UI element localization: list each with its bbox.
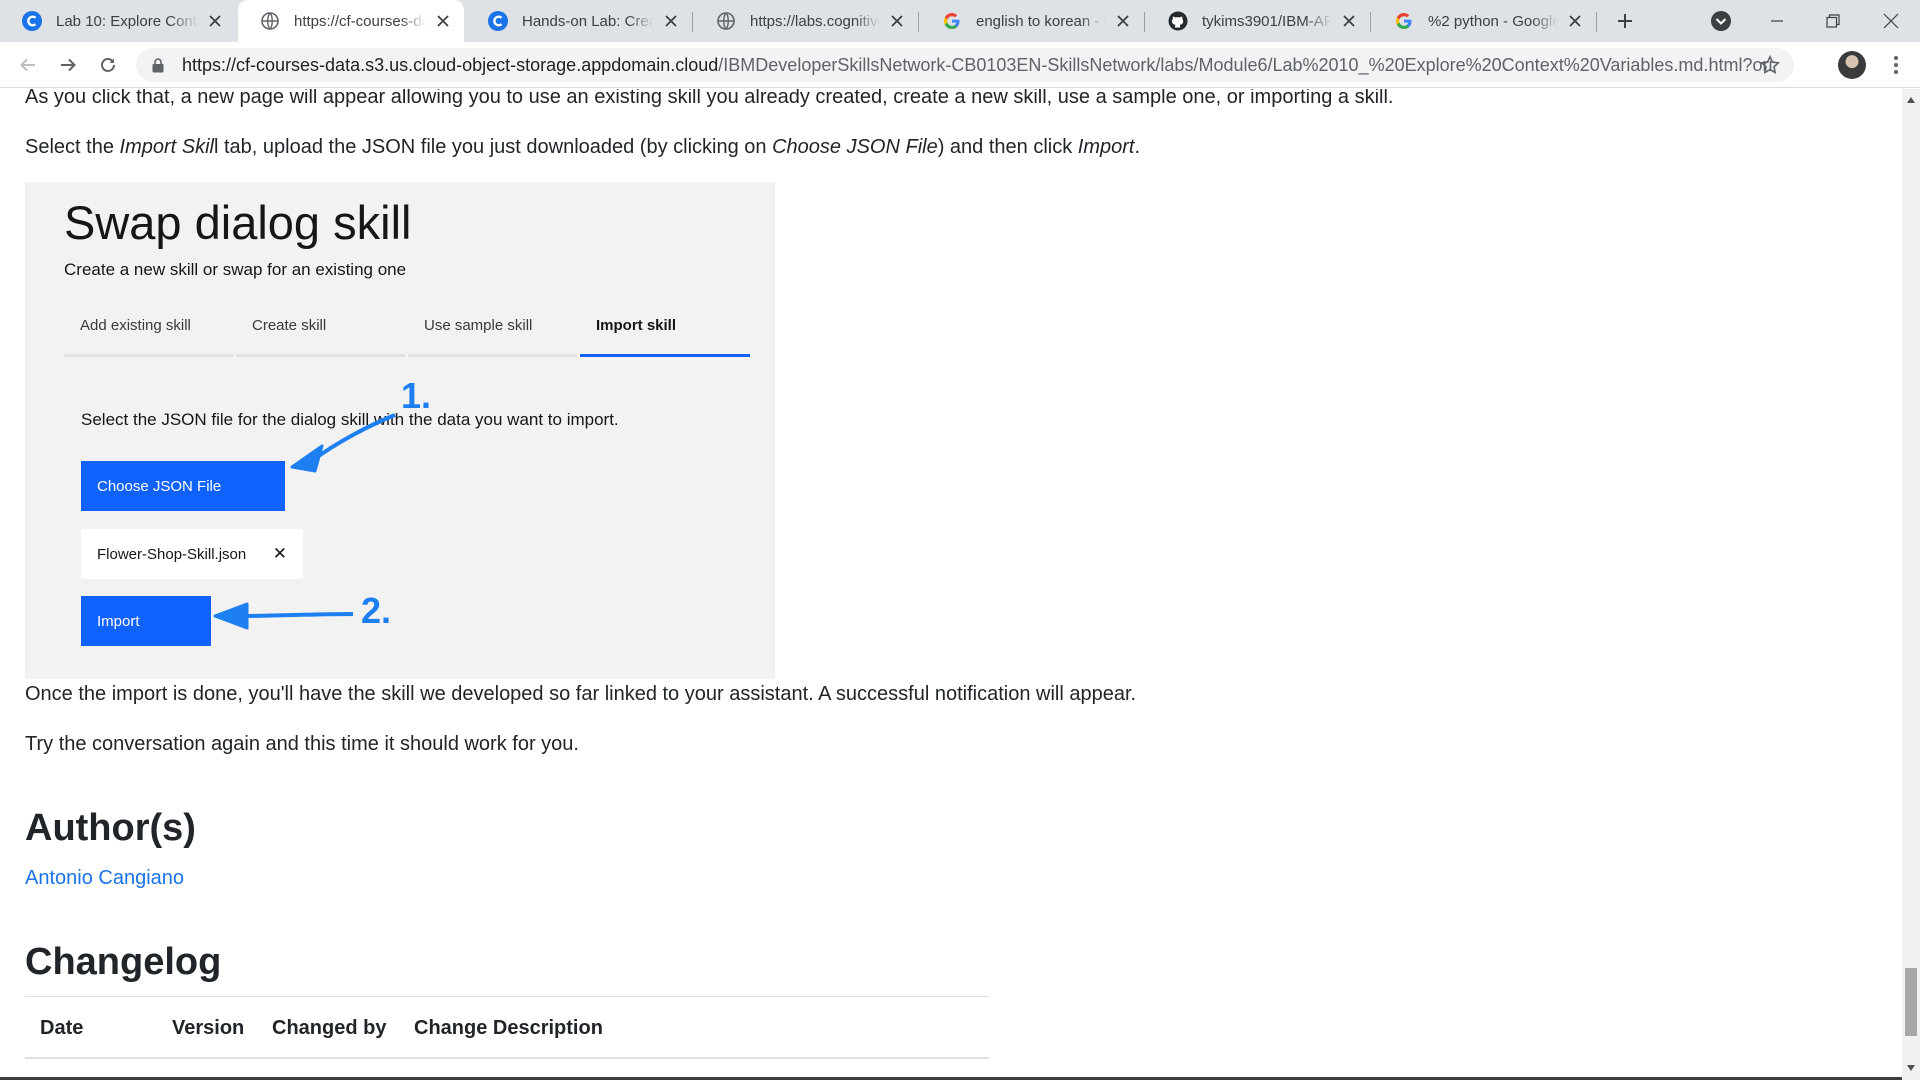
arrow-1-head [290,444,324,473]
table-header-description: Change Description [414,1017,603,1039]
arrow-right-icon [61,58,76,72]
text-segment: l tab, upload the JSON file you just dow… [213,136,773,158]
tab-separator [692,12,693,32]
star-icon[interactable] [1759,54,1781,80]
google-icon [942,11,962,31]
tab-separator [1144,12,1145,32]
text-emphasis: Import [1077,136,1135,158]
tab-separator [918,12,919,32]
minimize-button[interactable] [1750,0,1804,42]
close-icon[interactable] [888,12,906,30]
text-segment: Select the [25,136,120,158]
reload-icon [101,58,115,72]
tab-search-button[interactable] [1694,0,1748,42]
author-link[interactable]: Antonio Cangiano [25,867,184,890]
browser-toolbar: https://cf-courses-data.s3.us.cloud-obje… [0,42,1920,88]
tab-english-korean[interactable]: english to korean - G [920,0,1144,42]
tab-title: https://labs.cognitive [750,12,880,30]
arrow-2-head [213,602,249,630]
close-icon[interactable] [662,12,680,30]
tab-separator [1370,12,1371,32]
paragraph-skill-options: As you click that, a new page will appea… [25,89,1394,108]
tab-title: %2 python - Google [1428,12,1558,30]
tab-strip: Lab 10: Explore Conte https://cf-courses… [0,0,1920,42]
table-header-rule [25,1057,989,1059]
address-path: /IBMDeveloperSkillsNetwork-CB0103EN-Skil… [718,54,1772,75]
tab-cf-courses[interactable]: https://cf-courses-dat [238,0,464,42]
close-icon[interactable] [206,12,224,30]
tab-title: Hands-on Lab: Creati [522,12,654,30]
back-button[interactable] [12,49,44,81]
authors-heading: Author(s) [25,807,196,849]
scroll-up-icon[interactable] [1905,94,1917,106]
tab-title: tykims3901/IBM-APPl [1202,12,1332,30]
reload-button[interactable] [92,49,124,81]
annotation-arrows [213,413,396,630]
tab-title: https://cf-courses-dat [294,12,426,30]
minimize-icon [1771,20,1783,22]
text-segment: . [1134,136,1141,158]
address-host: https://cf-courses-data.s3.us.cloud-obje… [182,54,719,75]
paragraph-import-instructions: Select the Import Skill tab, upload the … [25,136,1140,159]
tab-github[interactable]: tykims3901/IBM-APPl [1146,0,1370,42]
text-emphasis: Choose JSON File [772,136,938,158]
table-header-date: Date [40,1017,84,1039]
table-header-changed-by: Changed by [272,1017,387,1039]
tab-labs-cognitive[interactable]: https://labs.cognitive [694,0,918,42]
new-tab-button[interactable] [1598,0,1652,42]
annotation-step-2: 2. [361,590,392,631]
github-icon [1168,11,1188,31]
close-icon [1883,13,1899,29]
swap-dialog-screenshot: Swap dialog skill Create a new skill or … [25,182,775,679]
text-emphasis: Import Skil [119,136,214,158]
cognitiveclass-icon [488,11,508,31]
annotation-step-1: 1. [401,375,432,416]
address-url: https://cf-courses-data.s3.us.cloud-obje… [182,55,1772,76]
chevron-down-icon [1711,11,1731,31]
avatar[interactable] [1838,51,1866,79]
tab-python-google[interactable]: %2 python - Google [1372,0,1596,42]
address-bar[interactable]: https://cf-courses-data.s3.us.cloud-obje… [136,48,1794,82]
restore-icon [1826,14,1840,28]
close-icon[interactable] [1566,12,1584,30]
table-header-version: Version [172,1017,245,1039]
tab-title: english to korean - G [976,12,1106,30]
google-icon [1394,11,1414,31]
heading-rule [25,996,989,997]
close-icon[interactable] [1114,12,1132,30]
paragraph-try-again: Try the conversation again and this time… [25,733,579,755]
plus-icon [1618,14,1632,28]
tab-lab10[interactable]: Lab 10: Explore Conte [0,0,236,42]
tab-title: Lab 10: Explore Conte [56,12,198,30]
tab-separator [1596,12,1597,32]
text-segment: ) and then click [937,136,1078,158]
close-icon[interactable] [1340,12,1358,30]
arrow-2-line [239,612,354,618]
globe-icon [716,11,736,31]
scroll-down-icon[interactable] [1905,1062,1917,1074]
arrow-1-line [311,413,396,462]
lock-icon [152,57,166,73]
scrollbar-thumb[interactable] [1905,968,1917,1036]
close-icon[interactable] [434,12,452,30]
arrow-left-icon [20,58,35,72]
forward-button[interactable] [52,49,84,81]
scrollbar-track[interactable] [1902,89,1920,1080]
tab-hands-on-lab[interactable]: Hands-on Lab: Creati [466,0,692,42]
globe-icon [260,11,280,31]
more-options-icon[interactable] [1882,51,1910,79]
page-viewport: As you click that, a new page will appea… [0,89,1902,1080]
restore-button[interactable] [1806,0,1860,42]
cognitiveclass-icon [22,11,42,31]
close-window-button[interactable] [1864,0,1918,42]
changelog-heading: Changelog [25,941,222,983]
paragraph-import-done: Once the import is done, you'll have the… [25,683,1137,705]
